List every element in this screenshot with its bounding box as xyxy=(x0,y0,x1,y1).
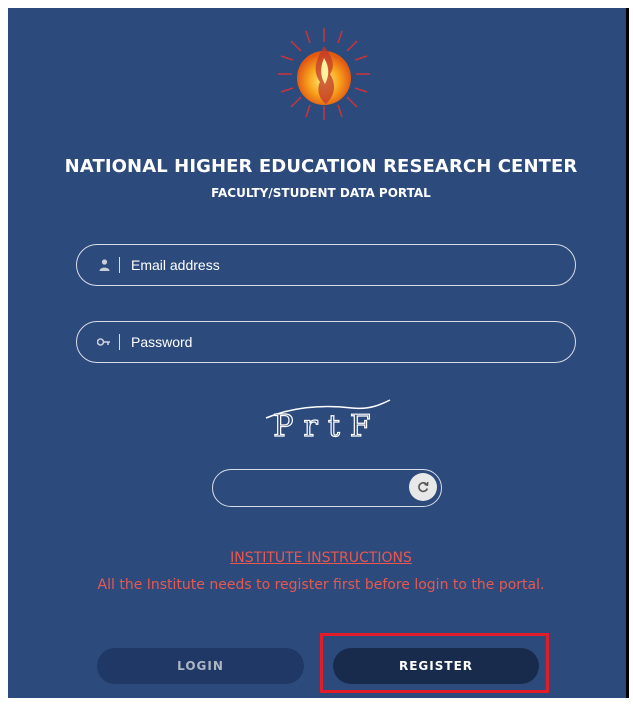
field-separator xyxy=(119,257,120,273)
captcha-input[interactable] xyxy=(227,470,401,507)
email-field[interactable] xyxy=(76,244,576,286)
instructions-text: All the Institute needs to register firs… xyxy=(97,577,545,593)
captcha-field[interactable] xyxy=(212,469,442,507)
refresh-captcha-button[interactable] xyxy=(409,473,437,501)
password-field[interactable] xyxy=(76,321,576,363)
page-subtitle: FACULTY/STUDENT DATA PORTAL xyxy=(211,186,431,200)
captcha-text: PrtF xyxy=(273,409,380,444)
captcha-image: PrtF xyxy=(265,399,391,444)
email-input[interactable] xyxy=(129,244,575,286)
user-icon xyxy=(89,259,119,271)
page-title: NATIONAL HIGHER EDUCATION RESEARCH CENTE… xyxy=(64,156,578,177)
field-separator xyxy=(119,334,120,350)
login-panel: NATIONAL HIGHER EDUCATION RESEARCH CENTE… xyxy=(8,8,629,698)
flame-logo xyxy=(278,28,370,120)
login-button[interactable]: LOGIN xyxy=(97,648,304,684)
refresh-icon xyxy=(418,481,429,493)
register-button[interactable]: REGISTER xyxy=(333,648,539,684)
key-icon xyxy=(89,337,119,347)
instructions-title[interactable]: INSTITUTE INSTRUCTIONS xyxy=(8,550,633,566)
page-frame: NATIONAL HIGHER EDUCATION RESEARCH CENTE… xyxy=(0,0,633,708)
password-input[interactable] xyxy=(129,321,575,363)
